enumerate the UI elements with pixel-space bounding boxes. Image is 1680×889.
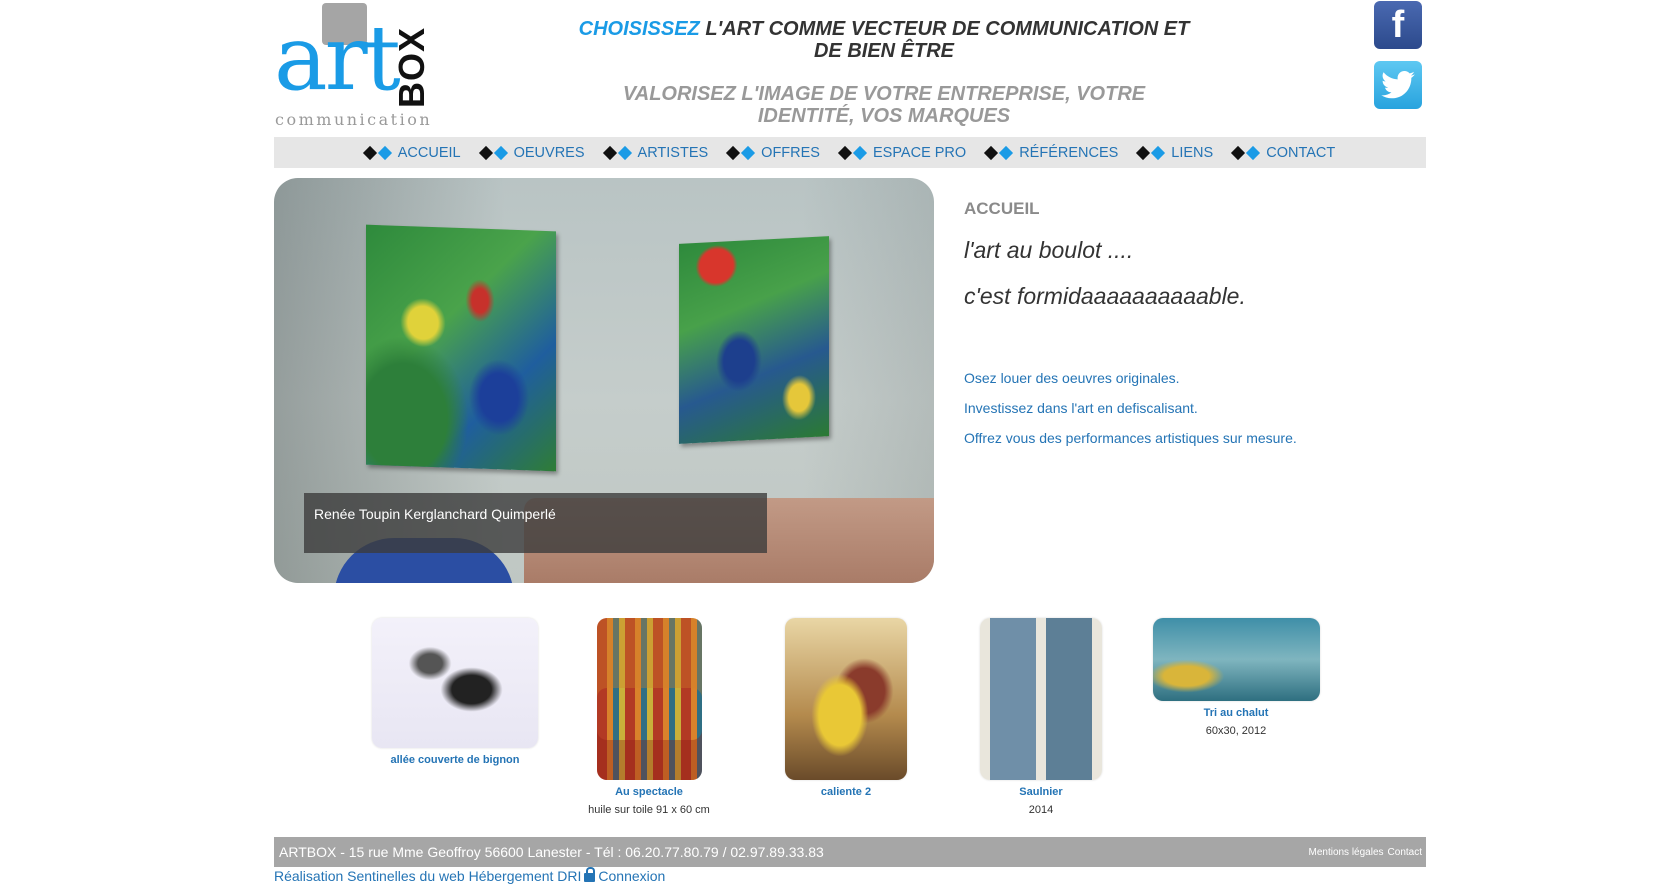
diamond-icon bbox=[602, 145, 617, 160]
intro-link-louer[interactable]: Osez louer des oeuvres originales. bbox=[964, 370, 1180, 386]
tagline-secondary: VALORISEZ L'IMAGE DE VOTRE ENTREPRISE, V… bbox=[622, 83, 1146, 127]
tagline-highlight: CHOISISSEZ bbox=[578, 18, 700, 40]
logo-art-text: art bbox=[274, 6, 401, 111]
footer-contact-link[interactable]: Contact bbox=[1388, 847, 1422, 858]
hero-painting-left bbox=[366, 224, 556, 472]
diamond-icon bbox=[1246, 145, 1261, 160]
diamond-icon bbox=[478, 145, 493, 160]
nav-label: OEUVRES bbox=[513, 144, 585, 161]
hero-painting-right bbox=[679, 236, 829, 444]
thumbnail-image[interactable] bbox=[372, 618, 538, 748]
nav-contact[interactable]: CONTACT bbox=[1231, 144, 1336, 161]
thumbnail-title[interactable]: caliente 2 bbox=[761, 786, 931, 798]
artbox-logo[interactable]: art BOX communication bbox=[274, 0, 434, 135]
footer-bar: ARTBOX - 15 rue Mme Geoffroy 56600 Lanes… bbox=[274, 837, 1426, 867]
footer-address: ARTBOX - 15 rue Mme Geoffroy 56600 Lanes… bbox=[279, 844, 824, 860]
intro-link-performances[interactable]: Offrez vous des performances artistiques… bbox=[964, 430, 1297, 446]
section-title: ACCUEIL bbox=[964, 199, 1040, 218]
nav-liens[interactable]: LIENS bbox=[1136, 144, 1214, 161]
diamond-icon bbox=[726, 145, 741, 160]
nav-accueil[interactable]: ACCUEIL bbox=[362, 144, 461, 161]
thumbnail-title[interactable]: allée couverte de bignon bbox=[370, 754, 540, 766]
tagline-rest: L'ART COMME VECTEUR DE COMMUNICATION ET … bbox=[699, 18, 1190, 62]
hero-slideshow[interactable]: Renée Toupin Kerglanchard Quimperlé bbox=[274, 178, 934, 583]
page-container: art BOX communication CHOISISSEZ L'ART C… bbox=[274, 0, 1426, 889]
twitter-bird-icon bbox=[1381, 71, 1415, 99]
logo-box-text: BOX bbox=[391, 26, 432, 108]
thumbnail-title[interactable]: Au spectacle bbox=[564, 786, 734, 798]
thumbnail-subtitle: huile sur toile 91 x 60 cm bbox=[588, 804, 710, 816]
thumbnail-card[interactable]: caliente 2 bbox=[761, 618, 931, 798]
tagline-primary: CHOISISSEZ L'ART COMME VECTEUR DE COMMUN… bbox=[574, 18, 1194, 62]
footer-legal-link[interactable]: Mentions légales bbox=[1308, 847, 1383, 858]
diamond-icon bbox=[1151, 145, 1166, 160]
nav-label: ESPACE PRO bbox=[872, 144, 967, 161]
diamond-icon bbox=[493, 145, 508, 160]
credits-line: Réalisation Sentinelles du web Hébergeme… bbox=[274, 867, 665, 884]
nav-artistes[interactable]: ARTISTES bbox=[602, 144, 709, 161]
connexion-link[interactable]: Connexion bbox=[598, 868, 665, 884]
lock-icon bbox=[584, 867, 596, 882]
diamond-icon bbox=[362, 145, 377, 160]
diamond-icon bbox=[741, 145, 756, 160]
diamond-icon bbox=[617, 145, 632, 160]
intro-link-defiscaliser[interactable]: Investissez dans l'art en defiscalisant. bbox=[964, 400, 1198, 416]
thumbnail-title[interactable]: Tri au chalut bbox=[1151, 707, 1321, 719]
hero-caption: Renée Toupin Kerglanchard Quimperlé bbox=[304, 493, 767, 553]
footer-links: Mentions légales Contact bbox=[1304, 847, 1422, 858]
intro-line-2: c'est formidaaaaaaaaaable. bbox=[964, 283, 1246, 309]
twitter-icon[interactable] bbox=[1374, 61, 1422, 109]
nav-label: OFFRES bbox=[761, 144, 820, 161]
nav-label: RÉFÉRENCES bbox=[1019, 144, 1119, 161]
thumbnail-card[interactable]: Au spectacle huile sur toile 91 x 60 cm bbox=[564, 618, 734, 816]
thumbnail-image[interactable] bbox=[785, 618, 907, 780]
diamond-icon bbox=[984, 145, 999, 160]
diamond-icon bbox=[999, 145, 1014, 160]
main-nav: ACCUEIL OEUVRES ARTISTES OFFRES ESPACE P… bbox=[274, 137, 1426, 168]
thumbnail-subtitle: 60x30, 2012 bbox=[1205, 725, 1267, 737]
thumbnail-subtitle: 2014 bbox=[1028, 804, 1054, 816]
credits-hebergement-link[interactable]: Hébergement DRI bbox=[469, 868, 582, 884]
diamond-icon bbox=[1136, 145, 1151, 160]
logo-communication-text: communication bbox=[275, 110, 433, 129]
thumbnail-card[interactable]: Saulnier 2014 bbox=[956, 618, 1126, 816]
thumbnail-card[interactable]: allée couverte de bignon bbox=[370, 618, 540, 766]
facebook-glyph: f bbox=[1391, 3, 1405, 46]
nav-oeuvres[interactable]: OEUVRES bbox=[478, 144, 585, 161]
diamond-icon bbox=[837, 145, 853, 160]
nav-label: LIENS bbox=[1171, 144, 1214, 161]
nav-label: ARTISTES bbox=[637, 144, 709, 161]
hero-caption-text: Renée Toupin Kerglanchard Quimperlé bbox=[314, 506, 556, 522]
diamond-icon bbox=[1231, 145, 1246, 160]
facebook-icon[interactable]: f bbox=[1374, 1, 1422, 49]
thumbnail-card[interactable]: Tri au chalut 60x30, 2012 bbox=[1151, 618, 1321, 737]
diamond-icon bbox=[377, 145, 392, 160]
nav-references[interactable]: RÉFÉRENCES bbox=[984, 144, 1119, 161]
thumbnail-image[interactable] bbox=[596, 618, 702, 780]
thumbnail-image[interactable] bbox=[980, 618, 1102, 780]
nav-label: ACCUEIL bbox=[397, 144, 461, 161]
intro-line-1: l'art au boulot .... bbox=[964, 237, 1134, 263]
nav-espace-pro[interactable]: ESPACE PRO bbox=[837, 144, 967, 161]
thumbnail-image[interactable] bbox=[1152, 618, 1320, 701]
credits-realisation-link[interactable]: Réalisation Sentinelles du web bbox=[274, 868, 465, 884]
nav-label: CONTACT bbox=[1266, 144, 1336, 161]
nav-offres[interactable]: OFFRES bbox=[726, 144, 820, 161]
diamond-icon bbox=[852, 145, 868, 160]
thumbnail-title[interactable]: Saulnier bbox=[956, 786, 1126, 798]
